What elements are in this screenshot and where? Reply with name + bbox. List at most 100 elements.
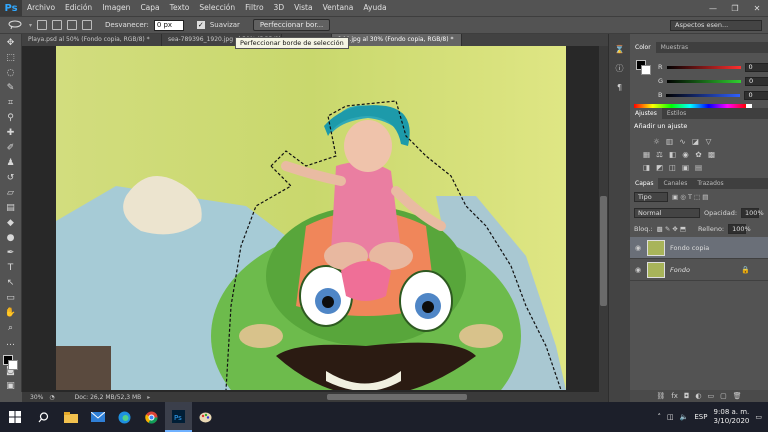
vertical-scrollbar[interactable] xyxy=(599,46,608,392)
gradient-tool-icon[interactable]: ▤ xyxy=(5,203,17,214)
photo-filter-icon[interactable]: ◉ xyxy=(681,150,690,159)
background-color-swatch[interactable] xyxy=(7,360,18,370)
r-value[interactable]: 0 xyxy=(744,62,768,72)
tab-color[interactable]: Color xyxy=(630,42,656,53)
history-panel-icon[interactable]: ⌛ xyxy=(614,44,625,55)
feather-input[interactable]: 0 px xyxy=(153,19,184,31)
tab-channels[interactable]: Canales xyxy=(658,178,692,189)
menu-vista[interactable]: Vista xyxy=(289,0,318,16)
threshold-icon[interactable]: ◫ xyxy=(668,163,677,172)
horizontal-scrollbar-thumb[interactable] xyxy=(327,394,467,400)
tab-paths[interactable]: Trazados xyxy=(692,178,728,189)
b-value[interactable]: 0 xyxy=(744,90,768,100)
document-photo[interactable] xyxy=(56,46,566,390)
visibility-eye-icon[interactable]: ◉ xyxy=(634,244,642,252)
menu-ayuda[interactable]: Ayuda xyxy=(358,0,391,16)
hand-tool-icon[interactable]: ✋ xyxy=(5,308,17,319)
quick-select-tool-icon[interactable]: ✎ xyxy=(5,83,17,94)
language-indicator[interactable]: ESP xyxy=(694,413,707,421)
curves-icon[interactable]: ∿ xyxy=(678,137,687,146)
exposure-icon[interactable]: ◪ xyxy=(691,137,700,146)
tab-adjustments[interactable]: Ajustes xyxy=(630,108,662,119)
lock-icons[interactable]: ▩ ✎ ✥ ⬒ xyxy=(657,225,686,233)
minimize-button[interactable]: — xyxy=(702,0,724,16)
new-layer-icon[interactable]: ▢ xyxy=(720,392,727,400)
black-white-icon[interactable]: ◧ xyxy=(668,150,677,159)
menu-ventana[interactable]: Ventana xyxy=(318,0,359,16)
menu-capa[interactable]: Capa xyxy=(135,0,164,16)
menu-imagen[interactable]: Imagen xyxy=(97,0,135,16)
blur-tool-icon[interactable]: ◆ xyxy=(5,218,17,229)
color-swatches[interactable] xyxy=(2,355,19,370)
invert-icon[interactable]: ◨ xyxy=(642,163,651,172)
close-button[interactable]: ✕ xyxy=(746,0,768,16)
filter-icons[interactable]: ▣ ◎ T ⬚ ▤ xyxy=(672,193,708,201)
menu-3d[interactable]: 3D xyxy=(269,0,290,16)
gradient-map-icon[interactable]: ▤ xyxy=(694,163,703,172)
posterize-icon[interactable]: ◩ xyxy=(655,163,664,172)
brightness-icon[interactable]: ☼ xyxy=(652,137,661,146)
b-slider[interactable] xyxy=(666,93,741,97)
tray-expand-icon[interactable]: ˄ xyxy=(658,413,662,421)
marquee-tool-icon[interactable]: ⬚ xyxy=(5,53,17,64)
delete-layer-icon[interactable]: 🗑 xyxy=(733,392,742,400)
dodge-tool-icon[interactable]: ● xyxy=(5,233,17,244)
move-tool-icon[interactable]: ✥ xyxy=(5,38,17,49)
crop-tool-icon[interactable]: ⌗ xyxy=(5,98,17,109)
channel-mixer-icon[interactable]: ✿ xyxy=(694,150,703,159)
type-tool-icon[interactable]: T xyxy=(5,263,17,274)
maximize-button[interactable]: ❐ xyxy=(724,0,746,16)
fill-input[interactable]: 100% xyxy=(728,224,751,234)
doc-info[interactable]: Doc: 26,2 MB/52,3 MB xyxy=(75,394,142,401)
status-arrow-icon[interactable]: ▸ xyxy=(147,394,150,401)
blend-mode-select[interactable]: Normal xyxy=(634,208,700,218)
new-group-icon[interactable]: ▭ xyxy=(708,392,715,400)
intersect-selection-icon[interactable] xyxy=(82,20,93,30)
color-lookup-icon[interactable]: ▩ xyxy=(707,150,716,159)
volume-icon[interactable]: 🔈 xyxy=(680,413,689,421)
doc-tab-144[interactable]: 144.jpg al 30% (Fondo copia, RGB/8) * xyxy=(332,34,462,46)
color-panel-background[interactable] xyxy=(641,65,651,75)
brush-tool-icon[interactable]: ✐ xyxy=(5,143,17,154)
zoom-level[interactable]: 30% xyxy=(30,394,43,401)
pen-tool-icon[interactable]: ✒ xyxy=(5,248,17,259)
g-value[interactable]: 0 xyxy=(745,76,768,86)
taskbar-chrome[interactable] xyxy=(138,402,165,432)
tab-swatches[interactable]: Muestras xyxy=(656,42,693,53)
color-balance-icon[interactable]: ⚖ xyxy=(655,150,664,159)
menu-texto[interactable]: Texto xyxy=(165,0,195,16)
visibility-eye-icon[interactable]: ◉ xyxy=(634,266,642,274)
properties-panel-icon[interactable]: ⓘ xyxy=(614,63,625,74)
add-selection-icon[interactable] xyxy=(52,20,63,30)
g-slider[interactable] xyxy=(667,79,742,83)
link-layers-icon[interactable]: ⛓ xyxy=(656,392,665,400)
opacity-input[interactable]: 100% xyxy=(741,208,764,218)
zoom-tool-icon[interactable]: ⌕ xyxy=(5,323,17,334)
tab-styles[interactable]: Estilos xyxy=(662,108,691,119)
network-icon[interactable]: ◫ xyxy=(667,413,674,421)
tool-preset-dropdown-icon[interactable]: ▾ xyxy=(29,22,32,29)
menu-filtro[interactable]: Filtro xyxy=(240,0,268,16)
lasso-tool-icon[interactable]: ◌ xyxy=(5,68,17,79)
doc-tab-playa[interactable]: Playa.psd al 50% (Fondo copia, RGB/8) * xyxy=(22,34,162,46)
history-brush-icon[interactable]: ↺ xyxy=(5,173,17,184)
lasso-tool-icon[interactable] xyxy=(8,20,24,30)
path-select-tool-icon[interactable]: ↖ xyxy=(5,278,17,289)
levels-icon[interactable]: ▥ xyxy=(665,137,674,146)
taskbar-paint[interactable] xyxy=(192,402,219,432)
taskbar-mail[interactable] xyxy=(84,402,111,432)
canvas-area[interactable] xyxy=(22,46,608,392)
add-mask-icon[interactable]: ◘ xyxy=(684,392,690,400)
notifications-icon[interactable]: ▭ xyxy=(755,413,762,421)
eraser-tool-icon[interactable]: ▱ xyxy=(5,188,17,199)
menu-seleccion[interactable]: Selección xyxy=(194,0,240,16)
antialias-checkbox[interactable]: ✓ xyxy=(196,21,205,29)
stamp-tool-icon[interactable]: ♟ xyxy=(5,158,17,169)
selective-color-icon[interactable]: ▣ xyxy=(681,163,690,172)
new-selection-icon[interactable] xyxy=(37,20,48,30)
taskbar-edge[interactable] xyxy=(111,402,138,432)
taskbar-file-explorer[interactable] xyxy=(57,402,84,432)
taskbar-photoshop[interactable]: Ps xyxy=(165,402,192,432)
character-panel-icon[interactable]: ¶ xyxy=(614,82,625,93)
tab-layers[interactable]: Capas xyxy=(630,178,659,189)
